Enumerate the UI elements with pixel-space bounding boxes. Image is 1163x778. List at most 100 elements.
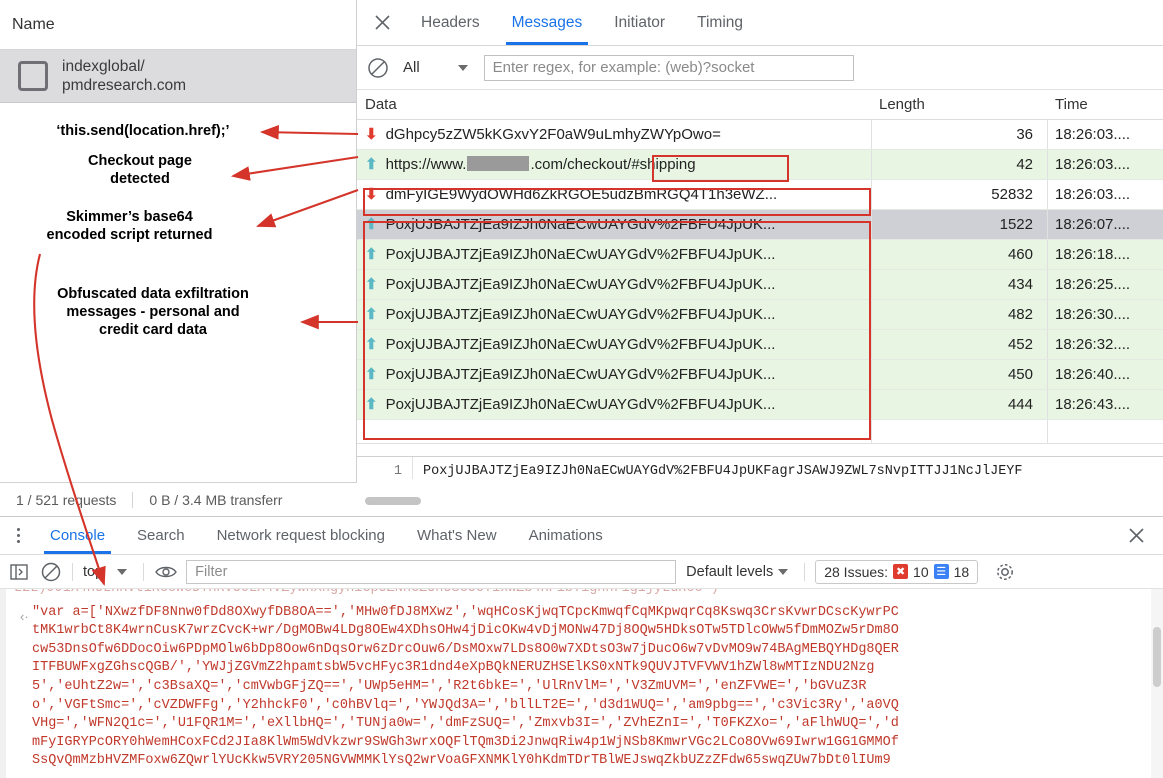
tab-console[interactable]: Console: [34, 517, 121, 554]
message-row[interactable]: ⬆PoxjUJBAJTZjEa9IZJh0NaECwUAYGdV%2FBFU4J…: [357, 360, 1163, 390]
more-options-icon[interactable]: [6, 528, 30, 543]
scrollbar-thumb[interactable]: [1153, 627, 1161, 687]
arrow-up-icon: ⬆: [365, 247, 378, 262]
console-clipped-line: L2L)JJ1X4HULHRVt1RCcWeDTHRVU0LX4VZyWhXhg…: [6, 589, 1163, 599]
message-length: 482: [871, 306, 1047, 323]
tab-animations[interactable]: Animations: [513, 517, 619, 554]
message-length: 42: [871, 156, 1047, 173]
message-length: 460: [871, 246, 1047, 263]
network-panel: Name indexglobal/ pmdresearch.com ‘this.…: [0, 0, 1163, 516]
message-row[interactable]: ⬇ dmFyIGE9WydOWHd6ZkRGOE5udzBmRGQ4T1h3eWZ…: [357, 180, 1163, 210]
url-highlight: checkout/#shipping: [567, 156, 695, 173]
chevron-down-icon[interactable]: [117, 569, 127, 575]
status-transfer: 0 B / 3.4 MB transferr: [132, 492, 298, 508]
execution-context-select[interactable]: top: [83, 564, 103, 580]
message-time: 18:26:43....: [1047, 396, 1159, 413]
message-time: 18:26:32....: [1047, 336, 1159, 353]
arrow-down-icon: ⬇: [365, 127, 378, 142]
messages-table-header: Data Length Time: [357, 90, 1163, 120]
message-row[interactable]: ⬆ https://www..com/checkout/#shipping 42…: [357, 150, 1163, 180]
message-row[interactable]: ⬆ PoxjUJBAJTZjEa9IZJh0NaECwUAYGdV%2FBFU4J…: [357, 240, 1163, 270]
request-row[interactable]: indexglobal/ pmdresearch.com: [0, 50, 356, 103]
message-length: 1522: [871, 216, 1047, 233]
console-output[interactable]: L2L)JJ1X4HULHRVt1RCcWeDTHRVU0LX4VZyWhXhg…: [0, 589, 1163, 778]
tab-timing[interactable]: Timing: [683, 0, 757, 45]
message-detail-pane: 1 PoxjUJBAJTZjEa9IZJh0NaECwUAYGdV%2FBFU4…: [357, 456, 1163, 492]
message-length: 444: [871, 396, 1047, 413]
chevron-down-icon: [778, 569, 788, 575]
regex-filter-input[interactable]: Enter regex, for example: (web)?socket: [484, 55, 854, 81]
console-message: "var a=['NXwzfDF8Nnw0fDd8OXwyfDB8OA==','…: [6, 604, 1163, 771]
message-row[interactable]: ⬇ dGhpcy5zZW5kKGxvY2F0aW9uLmhyZWYpOwo= 36…: [357, 120, 1163, 150]
redaction-block: [467, 156, 529, 171]
message-data: PoxjUJBAJTZjEa9IZJh0NaECwUAYGdV%2FBFU4Jp…: [386, 246, 776, 263]
tab-messages[interactable]: Messages: [498, 0, 597, 45]
issues-badge[interactable]: 28 Issues: ✖ 10 ☰ 18: [815, 560, 978, 584]
annotation-checkout-detected: Checkout pagedetected: [30, 152, 250, 188]
message-time: 18:26:30....: [1047, 306, 1159, 323]
issues-info-count: 18: [954, 564, 970, 580]
messages-toolbar: All Enter regex, for example: (web)?sock…: [357, 46, 1163, 90]
arrow-up-icon: ⬆: [365, 397, 378, 412]
error-icon: ✖: [893, 564, 908, 579]
message-type-select[interactable]: All: [399, 59, 420, 76]
detail-content: PoxjUJBAJTZjEa9IZJh0NaECwUAYGdV%2FBFU4Jp…: [413, 457, 1023, 479]
scrollbar-thumb[interactable]: [365, 497, 421, 505]
request-name-line2: pmdresearch.com: [62, 77, 186, 94]
console-return-arrow-icon: ‹·: [20, 609, 29, 624]
tab-network-request-blocking[interactable]: Network request blocking: [201, 517, 401, 554]
message-data: PoxjUJBAJTZjEa9IZJh0NaECwUAYGdV%2FBFU4Jp…: [386, 216, 776, 233]
message-length: 36: [871, 126, 1047, 143]
log-levels-label: Default levels: [686, 564, 773, 580]
detail-horizontal-scrollbar[interactable]: [357, 494, 1163, 508]
console-filter-input[interactable]: Filter: [186, 560, 676, 584]
tab-initiator[interactable]: Initiator: [600, 0, 679, 45]
message-row[interactable]: ⬆PoxjUJBAJTZjEa9IZJh0NaECwUAYGdV%2FBFU4J…: [357, 300, 1163, 330]
column-header-data[interactable]: Data: [357, 96, 871, 113]
drawer-panel: Console Search Network request blocking …: [0, 516, 1163, 778]
message-length: 450: [871, 366, 1047, 383]
message-time: 18:26:25....: [1047, 276, 1159, 293]
message-data: https://www..com/checkout/#shipping: [386, 156, 696, 173]
detail-tabs: Headers Messages Initiator Timing: [357, 0, 1163, 46]
message-row[interactable]: ⬆PoxjUJBAJTZjEa9IZJh0NaECwUAYGdV%2FBFU4J…: [357, 270, 1163, 300]
message-data: PoxjUJBAJTZjEa9IZJh0NaECwUAYGdV%2FBFU4Jp…: [386, 306, 776, 323]
gear-icon[interactable]: [994, 561, 1016, 583]
chevron-down-icon[interactable]: [458, 65, 468, 71]
message-data: PoxjUJBAJTZjEa9IZJh0NaECwUAYGdV%2FBFU4Jp…: [386, 366, 776, 383]
clear-console-icon[interactable]: [40, 561, 62, 583]
message-data: dmFyIGE9WydOWHd6ZkRGOE5udzBmRGQ4T1h3eWZ.…: [386, 186, 778, 203]
sidebar-toggle-icon[interactable]: [8, 561, 30, 583]
eye-icon[interactable]: [154, 561, 176, 583]
clear-messages-icon[interactable]: [367, 57, 389, 79]
message-row[interactable]: ⬆PoxjUJBAJTZjEa9IZJh0NaECwUAYGdV%2FBFU4J…: [357, 390, 1163, 420]
console-vertical-scrollbar[interactable]: [1151, 589, 1163, 778]
message-data: PoxjUJBAJTZjEa9IZJh0NaECwUAYGdV%2FBFU4Jp…: [386, 336, 776, 353]
arrow-down-icon: ⬇: [365, 187, 378, 202]
devtools-window: Name indexglobal/ pmdresearch.com ‘this.…: [0, 0, 1163, 778]
message-row[interactable]: ⬆ PoxjUJBAJTZjEa9IZJh0NaECwUAYGdV%2FBFU4J…: [357, 330, 1163, 360]
message-time: 18:26:03....: [1047, 186, 1159, 203]
tab-headers[interactable]: Headers: [407, 0, 494, 45]
close-drawer-icon[interactable]: [1123, 523, 1149, 549]
tab-whats-new[interactable]: What's New: [401, 517, 513, 554]
message-time: 18:26:03....: [1047, 126, 1159, 143]
log-levels-select[interactable]: Default levels: [686, 564, 794, 580]
url-prefix: https://www.: [386, 156, 467, 173]
message-length: 452: [871, 336, 1047, 353]
request-name-line1: indexglobal/: [62, 58, 145, 75]
requests-panel: Name indexglobal/ pmdresearch.com ‘this.…: [0, 0, 357, 516]
message-row[interactable]: ⬆ PoxjUJBAJTZjEa9IZJh0NaECwUAYGdV%2FBFU4J…: [357, 210, 1163, 240]
close-detail-icon[interactable]: [367, 8, 397, 38]
arrow-up-icon: ⬆: [365, 337, 378, 352]
message-data: dGhpcy5zZW5kKGxvY2F0aW9uLmhyZWYpOwo=: [386, 126, 721, 143]
column-header-time[interactable]: Time: [1047, 96, 1159, 113]
tab-search[interactable]: Search: [121, 517, 201, 554]
column-header-length[interactable]: Length: [871, 96, 1047, 113]
console-toolbar: top Filter Default levels 28 Issues: ✖ 1…: [0, 555, 1163, 589]
message-length: 434: [871, 276, 1047, 293]
annotation-this-send: ‘this.send(location.href);’: [18, 122, 268, 140]
message-length: 52832: [871, 186, 1047, 203]
request-name: indexglobal/ pmdresearch.com: [62, 57, 186, 96]
arrow-up-icon: ⬆: [365, 217, 378, 232]
